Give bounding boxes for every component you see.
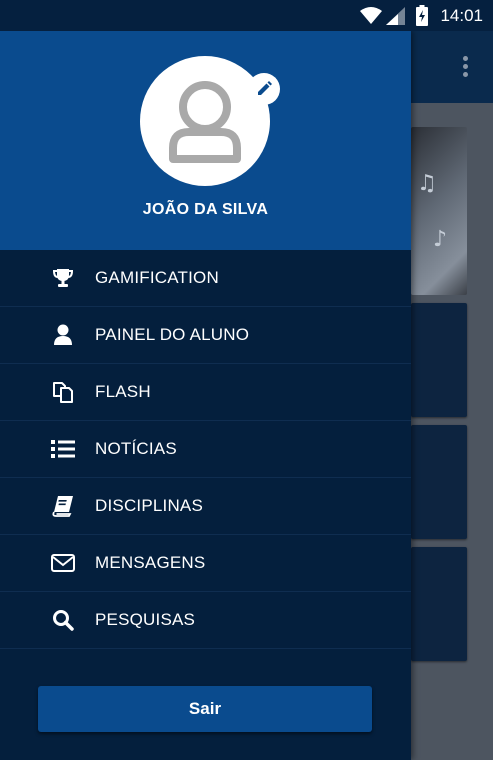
menu-item-label: PAINEL DO ALUNO [95,325,250,344]
drawer-header: JOÃO DA SILVA [0,31,411,250]
avatar[interactable] [140,56,270,186]
menu-item-label: GAMIFICATION [95,268,219,287]
status-time: 14:01 [440,6,483,25]
menu-item-label: MENSAGENS [95,553,206,572]
copy-icon [50,380,76,404]
drawer-menu: GAMIFICATION PAINEL DO ALUNO FLASH NOTÍC… [0,250,411,649]
user-icon [50,323,76,347]
list-icon [50,437,76,461]
logout-button[interactable]: Sair [38,686,372,732]
content-card[interactable] [411,303,467,417]
user-name: JOÃO DA SILVA [142,201,269,218]
signal-icon [386,7,405,25]
menu-item-label: PESQUISAS [95,610,196,629]
menu-item-noticias[interactable]: NOTÍCIAS [0,421,411,478]
battery-charging-icon [416,5,428,26]
menu-item-label: DISCIPLINAS [95,496,204,515]
book-icon [50,494,76,518]
overflow-menu-icon[interactable] [463,56,469,78]
envelope-icon [50,551,76,575]
menu-item-label: NOTÍCIAS [95,439,177,458]
edit-profile-button[interactable] [248,73,280,105]
navigation-drawer: JOÃO DA SILVA GAMIFICATION PAINEL DO ALU… [0,31,411,760]
menu-item-mensagens[interactable]: MENSAGENS [0,535,411,592]
menu-item-flash[interactable]: FLASH [0,364,411,421]
content-card[interactable] [411,547,467,661]
search-icon [50,608,76,632]
trophy-icon [50,266,76,290]
wifi-icon [360,7,382,24]
menu-item-disciplinas[interactable]: DISCIPLINAS [0,478,411,535]
user-placeholder-icon [169,81,241,163]
menu-item-gamification[interactable]: GAMIFICATION [0,250,411,307]
pencil-icon [258,81,272,95]
menu-item-label: FLASH [95,382,151,401]
menu-item-pesquisas[interactable]: PESQUISAS [0,592,411,649]
status-bar: 14:01 [0,0,493,31]
content-card[interactable] [411,425,467,539]
content-card-image: ♫ ♪ [411,127,467,295]
menu-item-painel-do-aluno[interactable]: PAINEL DO ALUNO [0,307,411,364]
